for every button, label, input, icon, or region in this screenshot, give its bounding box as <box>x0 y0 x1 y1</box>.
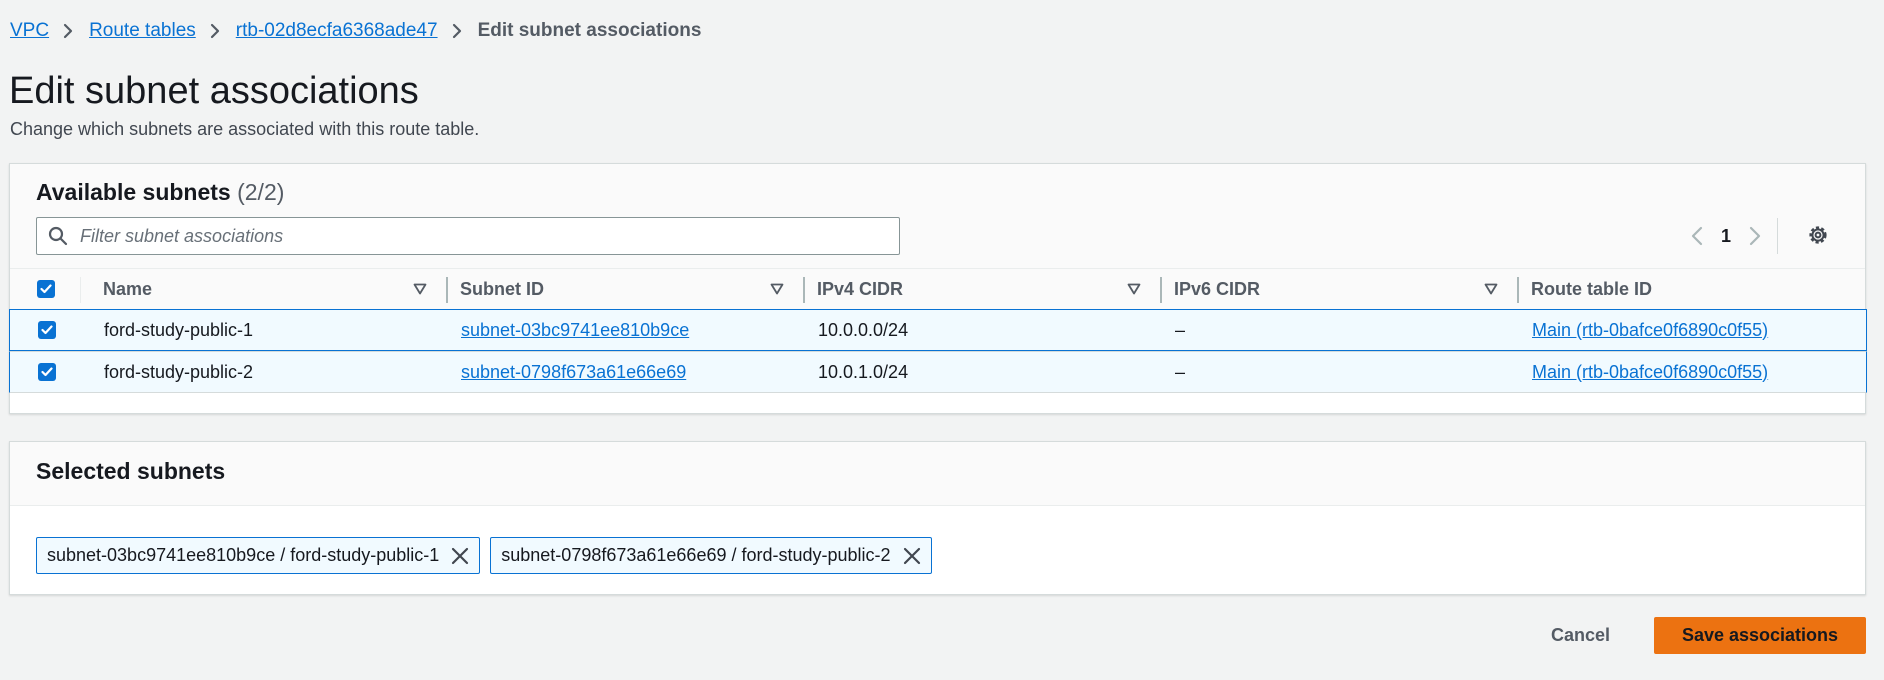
available-subnets-panel: Available subnets (2/2) 1 <box>9 163 1867 414</box>
pagination-divider <box>1777 218 1779 254</box>
column-header-label: IPv6 CIDR <box>1174 278 1261 299</box>
column-resize-handle[interactable] <box>446 277 448 303</box>
chevron-left-icon <box>1691 226 1703 246</box>
chevron-right-icon <box>452 23 462 39</box>
sort-down-icon <box>1484 283 1498 295</box>
table-row[interactable]: ford-study-public-1 subnet-03bc9741ee810… <box>9 309 1867 351</box>
cell-ipv6-cidr: – <box>1175 361 1186 382</box>
breadcrumb-current: Edit subnet associations <box>477 20 702 41</box>
column-header-label: Name <box>103 278 153 299</box>
selected-subnet-token: subnet-0798f673a61e66e69 / ford-study-pu… <box>490 537 932 574</box>
chevron-right-icon <box>1749 226 1761 246</box>
row-select-cell <box>38 310 56 350</box>
row-select-cell <box>38 352 56 392</box>
selected-subnets-tokens: subnet-03bc9741ee810b9ce / ford-study-pu… <box>36 537 942 574</box>
column-resize-handle[interactable] <box>1160 277 1162 303</box>
next-page-button[interactable] <box>1743 222 1767 250</box>
cell-subnet-id-link[interactable]: subnet-03bc9741ee810b9ce <box>461 310 689 350</box>
available-subnets-count: (2/2) <box>237 179 285 205</box>
selected-subnets-title: Selected subnets <box>36 458 226 484</box>
cell-ipv4-cidr: 10.0.0.0/24 <box>818 319 909 340</box>
breadcrumb-link-route-table[interactable]: rtb-02d8ecfa6368ade47 <box>236 20 438 42</box>
cell-subnet-id-link[interactable]: subnet-0798f673a61e66e69 <box>461 352 686 392</box>
available-subnets-heading: Available subnets (2/2) <box>36 179 284 206</box>
table-header: Name Subnet ID IPv4 CIDR IPv6 CIDR Route… <box>10 268 1865 310</box>
row-checkbox[interactable] <box>38 321 56 339</box>
column-header-ipv6-cidr[interactable]: IPv6 CIDR <box>1174 269 1519 309</box>
row-checkbox[interactable] <box>38 363 56 381</box>
token-label: subnet-03bc9741ee810b9ce / ford-study-pu… <box>47 545 440 565</box>
cancel-button[interactable]: Cancel <box>1533 625 1628 646</box>
cell-route-table-link[interactable]: Main (rtb-0bafce0f6890c0f55) <box>1532 352 1768 392</box>
column-header-route-table-id[interactable]: Route table ID <box>1531 269 1851 309</box>
save-associations-button[interactable]: Save associations <box>1654 617 1866 654</box>
breadcrumb-link-route-tables[interactable]: Route tables <box>89 20 196 42</box>
column-resize-handle[interactable] <box>803 277 805 303</box>
cell-name: ford-study-public-1 <box>104 319 254 340</box>
sort-down-icon <box>413 283 427 295</box>
checkmark-icon <box>41 367 53 377</box>
close-icon[interactable] <box>451 547 469 565</box>
column-resize-handle[interactable] <box>1517 277 1519 303</box>
column-header-ipv4-cidr[interactable]: IPv4 CIDR <box>817 269 1162 309</box>
column-divider <box>80 277 81 303</box>
column-header-label: Subnet ID <box>460 278 544 299</box>
filter-subnets-search <box>36 217 900 255</box>
sort-down-icon <box>770 283 784 295</box>
search-icon <box>48 226 68 246</box>
pagination: 1 <box>1685 218 1779 254</box>
filter-subnets-input[interactable] <box>78 224 899 248</box>
checkmark-icon <box>40 284 52 294</box>
close-icon[interactable] <box>903 547 921 565</box>
cell-route-table-link[interactable]: Main (rtb-0bafce0f6890c0f55) <box>1532 310 1768 350</box>
cell-ipv6-cidr: – <box>1175 319 1186 340</box>
breadcrumb: VPC Route tables rtb-02d8ecfa6368ade47 E… <box>10 18 701 44</box>
selected-subnet-token: subnet-03bc9741ee810b9ce / ford-study-pu… <box>36 537 481 574</box>
page-title: Edit subnet associations <box>9 70 419 112</box>
selected-subnets-header: Selected subnets <box>10 442 1865 506</box>
column-header-name[interactable]: Name <box>103 269 448 309</box>
chevron-right-icon <box>63 23 73 39</box>
available-subnets-header: Available subnets (2/2) 1 <box>10 164 1865 268</box>
select-all-cell <box>37 269 55 309</box>
breadcrumb-link-vpc[interactable]: VPC <box>10 20 49 42</box>
current-page-number[interactable]: 1 <box>1721 226 1731 247</box>
column-header-label: IPv4 CIDR <box>817 278 904 299</box>
chevron-right-icon <box>210 23 220 39</box>
column-header-label: Route table ID <box>1531 278 1653 299</box>
token-label: subnet-0798f673a61e66e69 / ford-study-pu… <box>501 545 891 565</box>
cell-name: ford-study-public-2 <box>104 361 254 382</box>
form-actions: Cancel Save associations <box>1533 617 1866 654</box>
sort-down-icon <box>1127 283 1141 295</box>
checkmark-icon <box>41 325 53 335</box>
available-subnets-title: Available subnets <box>36 179 231 205</box>
table-row[interactable]: ford-study-public-2 subnet-0798f673a61e6… <box>9 351 1867 393</box>
cell-ipv4-cidr: 10.0.1.0/24 <box>818 361 909 382</box>
select-all-checkbox[interactable] <box>37 280 55 298</box>
column-header-subnet-id[interactable]: Subnet ID <box>460 269 805 309</box>
gear-icon[interactable] <box>1806 223 1830 247</box>
selected-subnets-panel: Selected subnets subnet-03bc9741ee810b9c… <box>9 441 1866 595</box>
previous-page-button[interactable] <box>1685 222 1709 250</box>
page-description: Change which subnets are associated with… <box>10 119 480 139</box>
